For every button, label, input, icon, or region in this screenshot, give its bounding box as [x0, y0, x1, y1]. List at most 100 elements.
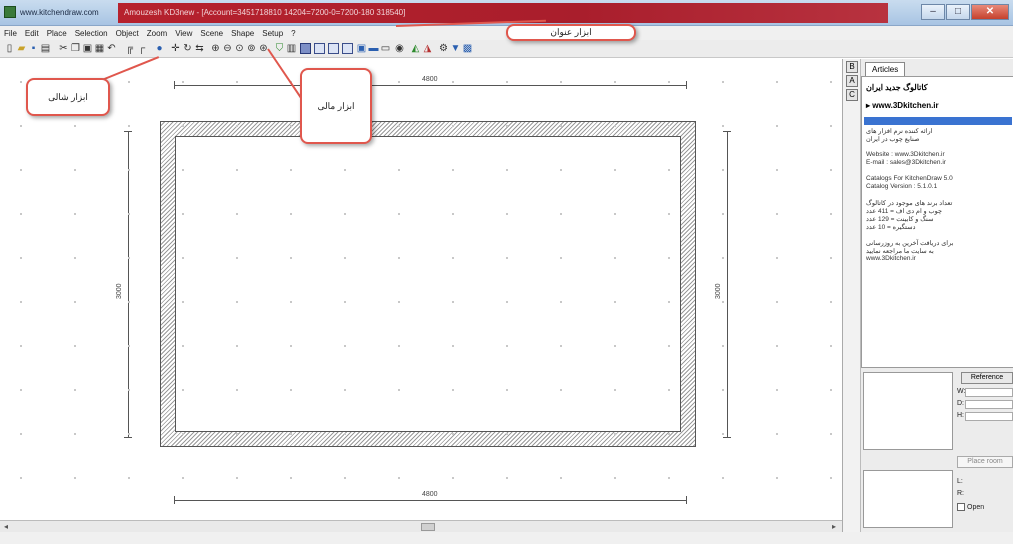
menu-zoom[interactable]: Zoom — [147, 29, 167, 38]
tab-articles[interactable]: Articles — [865, 62, 906, 76]
grid-dot — [182, 257, 184, 259]
dimension-line-right — [727, 131, 728, 437]
invoice-icon[interactable]: ◮ — [422, 43, 433, 54]
menu-help[interactable]: ? — [291, 29, 295, 38]
panel-toggle-icon[interactable]: C — [846, 89, 858, 101]
place-room-button[interactable]: Place room — [957, 456, 1013, 468]
open-checkbox[interactable]: Open — [957, 503, 984, 511]
minimize-button[interactable]: – — [921, 4, 945, 20]
undo-icon[interactable]: ↶ — [106, 43, 117, 54]
dimension-tick — [723, 437, 731, 438]
drawing-canvas[interactable]: 4800 4800 3000 3000 — [0, 59, 842, 520]
toolbar: ▯ ▰ ▪ ▤ ✂ ❐ ▣ ▦ ↶ ╔ ┌ ● ✛ ↻ ⇆ ⊕ ⊖ ⊙ ⊚ ⊛ … — [0, 40, 1013, 58]
l-label: L: — [957, 478, 963, 485]
articles-panel: B A C Articles کاتالوگ جدید ایران ▸ www.… — [842, 59, 1013, 532]
selected-line — [864, 117, 1012, 125]
checkbox-box[interactable] — [957, 503, 965, 511]
print-icon[interactable]: ▤ — [40, 43, 51, 54]
menu-object[interactable]: Object — [116, 29, 139, 38]
camera-icon[interactable]: ◉ — [394, 43, 405, 54]
grid-dot — [128, 301, 130, 303]
zoom-all-icon[interactable]: ⊚ — [246, 43, 257, 54]
scroll-right-icon[interactable]: ▸ — [832, 522, 836, 531]
menu-scene[interactable]: Scene — [200, 29, 223, 38]
grid-dot — [128, 257, 130, 259]
grid-icon[interactable]: ▦ — [94, 43, 105, 54]
catalog-link-text[interactable]: www.3Dkitchen.ir — [872, 101, 938, 110]
help-icon[interactable]: ▼ — [450, 43, 461, 54]
scroll-left-icon[interactable]: ◂ — [4, 522, 8, 531]
plan-view-icon[interactable] — [300, 43, 311, 54]
panel-toggle-icon[interactable]: A — [846, 75, 858, 87]
info-icon[interactable]: ● — [154, 43, 165, 54]
elevation-view-icon[interactable] — [314, 43, 325, 54]
paste-icon[interactable]: ▣ — [82, 43, 93, 54]
depth-input[interactable] — [965, 400, 1013, 409]
grid-dot — [344, 433, 346, 435]
depth-label: D: — [957, 400, 964, 407]
grid-dot — [128, 477, 130, 479]
menu-setup[interactable]: Setup — [262, 29, 283, 38]
move-icon[interactable]: ✛ — [170, 43, 181, 54]
panel-toggle-icon[interactable]: B — [846, 61, 858, 73]
grid-dot — [236, 81, 238, 83]
photo-view-icon[interactable]: ▣ — [356, 43, 367, 54]
grid-dot — [344, 477, 346, 479]
menu-selection[interactable]: Selection — [75, 29, 108, 38]
grid-dot — [236, 169, 238, 171]
close-button[interactable]: ✕ — [971, 4, 1009, 20]
shield-icon[interactable]: ⛉ — [274, 43, 285, 54]
mirror-icon[interactable]: ⇆ — [194, 43, 205, 54]
grid-dot — [560, 433, 562, 435]
new-file-icon[interactable]: ▯ — [4, 43, 15, 54]
reference-button[interactable]: Reference — [961, 372, 1013, 384]
catalog-link[interactable]: ▸ www.3Dkitchen.ir — [866, 101, 939, 110]
grid-dot — [830, 477, 832, 479]
info-line: Catalog Version : 5.1.0.1 — [866, 183, 938, 190]
info-line: برای دریافت آخرین به روزرسانی — [866, 240, 954, 247]
horizontal-scrollbar[interactable]: ◂ ▸ — [0, 520, 842, 532]
height-input[interactable] — [965, 412, 1013, 421]
menu-view[interactable]: View — [175, 29, 192, 38]
grid-dot — [20, 169, 22, 171]
cart-icon[interactable]: ◭ — [410, 43, 421, 54]
video-icon[interactable]: ▬ — [368, 43, 379, 54]
info-line: به سایت ما مراجعه نمایید — [866, 248, 934, 255]
menu-file[interactable]: File — [4, 29, 17, 38]
grid-dot — [128, 81, 130, 83]
zoom-out-icon[interactable]: ⊖ — [222, 43, 233, 54]
axonometric-view-icon[interactable] — [342, 43, 353, 54]
zoom-window-icon[interactable]: ⊙ — [234, 43, 245, 54]
grid-dot — [182, 169, 184, 171]
dimension-tool-icon[interactable]: ┌ — [136, 43, 147, 54]
menu-place[interactable]: Place — [47, 29, 67, 38]
menu-shape[interactable]: Shape — [231, 29, 254, 38]
properties-area: Reference W: D: H: Place room L: R: Open — [861, 370, 1013, 530]
settings-icon[interactable]: ⚙ — [438, 43, 449, 54]
catalog-icon[interactable]: ▩ — [462, 43, 473, 54]
save-icon[interactable]: ▪ — [28, 43, 39, 54]
open-folder-icon[interactable]: ▰ — [16, 43, 27, 54]
copy-icon[interactable]: ❐ — [70, 43, 81, 54]
grid-dot — [236, 433, 238, 435]
layers-icon[interactable]: ▥ — [286, 43, 297, 54]
grid-dot — [398, 345, 400, 347]
open-label: Open — [967, 503, 985, 511]
grid-dot — [20, 345, 22, 347]
menu-edit[interactable]: Edit — [25, 29, 39, 38]
grid-dot — [344, 257, 346, 259]
cut-icon[interactable]: ✂ — [58, 43, 69, 54]
grid-dot — [722, 257, 724, 259]
grid-dot — [20, 125, 22, 127]
perspective-view-icon[interactable] — [328, 43, 339, 54]
maximize-button[interactable]: □ — [946, 4, 970, 20]
room-preview — [863, 470, 953, 528]
wall-tool-icon[interactable]: ╔ — [124, 43, 135, 54]
rotate-icon[interactable]: ↻ — [182, 43, 193, 54]
grid-dot — [506, 345, 508, 347]
scroll-thumb[interactable] — [421, 523, 435, 531]
zoom-in-icon[interactable]: ⊕ — [210, 43, 221, 54]
width-input[interactable] — [965, 388, 1013, 397]
dimension-tick — [723, 131, 731, 132]
print-view-icon[interactable]: ▭ — [380, 43, 391, 54]
